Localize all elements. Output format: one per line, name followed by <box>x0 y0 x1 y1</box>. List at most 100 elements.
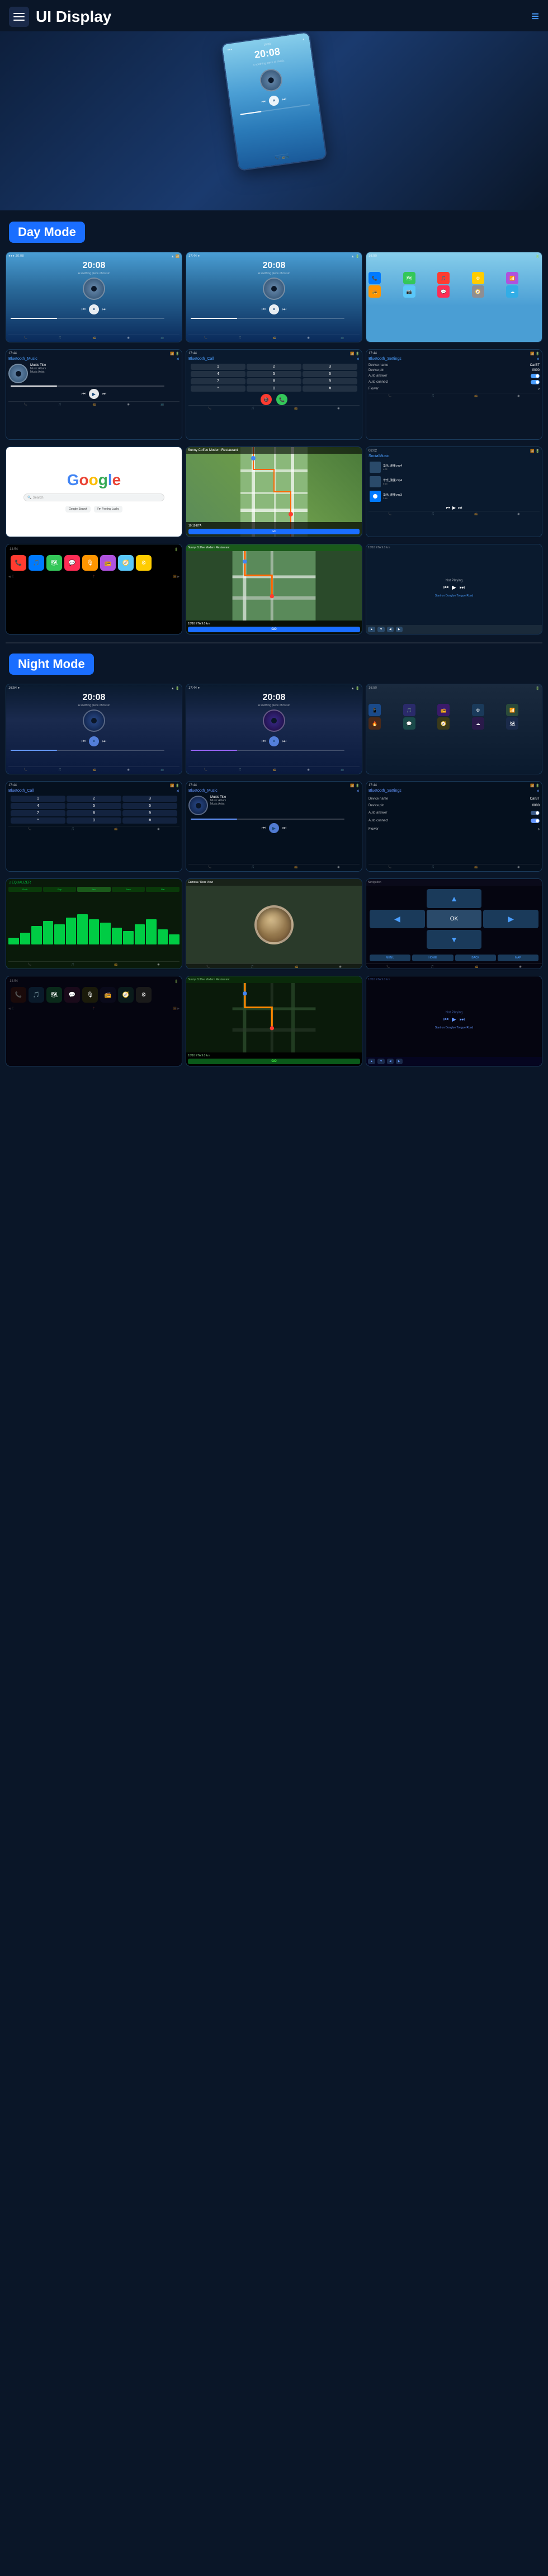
nav-btn-2[interactable]: ▼ <box>377 627 385 632</box>
nav-btn-1[interactable]: ▲ <box>368 627 375 632</box>
night-key-3[interactable]: 3 <box>122 796 177 802</box>
nav-left-btn[interactable]: ◀ <box>370 910 425 929</box>
bt-prev[interactable]: ⏮ <box>82 391 86 397</box>
nav-btn-4[interactable]: ▶ <box>396 627 403 632</box>
app-msg[interactable]: 💬 <box>437 285 450 298</box>
next-btn-2[interactable]: ⏭ <box>282 307 286 312</box>
night-key-6[interactable]: 6 <box>122 803 177 809</box>
night-app-5[interactable]: 📶 <box>506 704 518 716</box>
screen-equalizer[interactable]: ♫ EQUALIZER Rock Pop Jazz Bass Flat <box>6 878 182 969</box>
bt-play[interactable]: ▶ <box>89 389 99 399</box>
social-next[interactable]: ⏭ <box>458 505 462 511</box>
key-1[interactable]: 1 <box>191 364 245 370</box>
screen-apps-night[interactable]: 16:50🔋 📱 🎵 📻 ⚙ 📶 🔥 💬 🧭 ☁ 🗺 <box>366 684 542 774</box>
night-play-1[interactable]: ⏸ <box>89 736 99 746</box>
night-cp-msg[interactable]: 💬 <box>64 987 80 1003</box>
app-phone[interactable]: 📞 <box>369 272 381 284</box>
app-music[interactable]: 🎵 <box>437 272 450 284</box>
screen-bt-settings[interactable]: 17:44📶 🔋 Bluetooth_Settings ✕ Device nam… <box>366 349 542 440</box>
night-not-playing-next[interactable]: ⏭ <box>460 1017 465 1023</box>
screen-bt-music[interactable]: 17:44📶 🔋 Bluetooth_Music ✕ Music Title M… <box>6 349 182 440</box>
screen-food[interactable]: Camera / Rear View 📞🎵📻◉ <box>186 878 362 969</box>
night-auto-answer-toggle[interactable] <box>531 811 540 815</box>
night-bt-play[interactable]: ▶ <box>269 823 279 833</box>
night-nav-btn-4[interactable]: ▶ <box>396 1059 403 1064</box>
screen-google[interactable]: Google 🔍 Search Google Search I'm Feelin… <box>6 446 182 537</box>
night-auto-connect-toggle[interactable] <box>531 819 540 823</box>
eq-preset-2[interactable]: Pop <box>43 887 77 892</box>
cp-phone[interactable]: 📞 <box>11 555 26 571</box>
google-search-bar[interactable]: 🔍 Search <box>23 493 164 501</box>
night-cp-waze[interactable]: 🧭 <box>118 987 134 1003</box>
night-app-8[interactable]: 🧭 <box>437 717 450 730</box>
night-app-10[interactable]: 🗺 <box>506 717 518 730</box>
social-item-1[interactable]: 华乐_测量.mp4 4:32 <box>369 460 540 474</box>
night-nav-btn-3[interactable]: ◀ <box>387 1059 394 1064</box>
night-key-8[interactable]: 8 <box>67 810 121 816</box>
night-next-1[interactable]: ⏭ <box>102 739 106 744</box>
screen-apps-day[interactable]: 16:50🔋 📞 🗺 🎵 ⚙ 📶 📻 📷 💬 🧭 ☁ <box>366 252 542 342</box>
google-lucky-btn[interactable]: I'm Feeling Lucky <box>94 506 122 513</box>
nav-icon[interactable]: ≡ <box>531 9 539 25</box>
screen-map-nav2[interactable]: Sunny Coffee Modern Restaurant 10/16 ETA… <box>186 544 362 634</box>
screen-music-night-2[interactable]: 17:44 ● ▲ 🔋 20:08 A soothing piece of mu… <box>186 684 362 774</box>
eq-preset-4[interactable]: Bass <box>112 887 145 892</box>
hero-prev-btn[interactable]: ⏮ <box>261 99 266 105</box>
night-key-2[interactable]: 2 <box>67 796 121 802</box>
nav-down-btn[interactable]: ▼ <box>427 930 482 949</box>
social-item-2[interactable]: 华乐_测量.mp4 6:15 <box>369 475 540 488</box>
nav-ok-btn[interactable]: OK <box>427 910 482 929</box>
screen-music-day-1[interactable]: ●●● 20:08 ▲ 📶 20:08 A soothing piece of … <box>6 252 182 342</box>
social-item-3[interactable]: 华乐_测量.mp3 3:44 <box>369 490 540 503</box>
not-playing-play[interactable]: ▶ <box>452 585 456 591</box>
screen-social-music[interactable]: 08:02📶 🔋 SocialMusic 华乐_测量.mp4 4:32 华乐_测… <box>366 446 542 537</box>
cp-podcast[interactable]: 🎙 <box>82 555 98 571</box>
prev-btn-2[interactable]: ⏮ <box>262 307 266 312</box>
screen-carplay[interactable]: 14:54🔋 📞 🎵 🗺 💬 🎙 📻 🧭 ⚙ ◀ 📱 📍 ⏩ ▶ <box>6 544 182 634</box>
night-nav-extra-4[interactable]: MAP <box>498 955 538 961</box>
auto-answer-toggle[interactable] <box>531 374 540 378</box>
app-bt[interactable]: 📶 <box>506 272 518 284</box>
hero-play-btn[interactable]: ⏸ <box>268 95 280 106</box>
key-star[interactable]: * <box>191 386 245 392</box>
night-cp-siri[interactable]: ⚙ <box>136 987 152 1003</box>
go-button[interactable]: GO <box>188 529 360 534</box>
night-go-btn[interactable]: GO <box>188 1059 360 1064</box>
night-key-4[interactable]: 4 <box>11 803 65 809</box>
night-bt-next[interactable]: ⏭ <box>282 825 286 831</box>
night-not-playing-prev[interactable]: ⏮ <box>443 1017 448 1023</box>
eq-preset-1[interactable]: Rock <box>8 887 42 892</box>
key-5[interactable]: 5 <box>247 371 301 377</box>
key-9[interactable]: 9 <box>303 378 357 384</box>
night-cp-phone[interactable]: 📞 <box>11 987 26 1003</box>
menu-button[interactable] <box>9 7 29 27</box>
go-btn2[interactable]: GO <box>188 627 360 632</box>
screen-not-playing[interactable]: 10/16 ETA 9.0 km Not Playing ⏮ ▶ ⏭ Start… <box>366 544 542 634</box>
night-nav-extra-1[interactable]: MENU <box>370 955 410 961</box>
nav-up-btn[interactable]: ▲ <box>427 889 482 908</box>
cp-siri[interactable]: ⚙ <box>136 555 152 571</box>
social-prev[interactable]: ⏮ <box>446 505 450 511</box>
night-app-3[interactable]: 📻 <box>437 704 450 716</box>
night-app-7[interactable]: 💬 <box>403 717 415 730</box>
app-maps[interactable]: 🗺 <box>403 272 415 284</box>
key-2[interactable]: 2 <box>247 364 301 370</box>
night-app-4[interactable]: ⚙ <box>472 704 484 716</box>
eq-preset-5[interactable]: Flat <box>146 887 179 892</box>
night-cp-maps[interactable]: 🗺 <box>46 987 62 1003</box>
night-app-6[interactable]: 🔥 <box>369 717 381 730</box>
cp-msg[interactable]: 💬 <box>64 555 80 571</box>
not-playing-next[interactable]: ⏭ <box>460 585 465 591</box>
nav-btn-3[interactable]: ◀ <box>387 627 394 632</box>
night-key-hash[interactable]: # <box>122 817 177 824</box>
not-playing-prev[interactable]: ⏮ <box>443 585 448 591</box>
screen-night-bt-settings[interactable]: 17:44📶 🔋 Bluetooth_Settings ✕ Device nam… <box>366 781 542 872</box>
app-radio[interactable]: 📻 <box>369 285 381 298</box>
key-8[interactable]: 8 <box>247 378 301 384</box>
night-cp-podcast[interactable]: 🎙 <box>82 987 98 1003</box>
night-bt-prev[interactable]: ⏮ <box>262 825 266 831</box>
night-prev-2[interactable]: ⏮ <box>262 739 266 744</box>
night-key-star[interactable]: * <box>11 817 65 824</box>
nav-right-btn[interactable]: ▶ <box>483 910 538 929</box>
app-settings[interactable]: ⚙ <box>472 272 484 284</box>
